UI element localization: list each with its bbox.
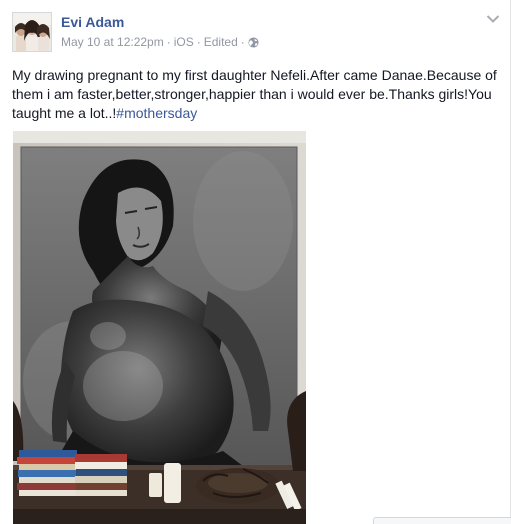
- comment-box-edge: [373, 517, 511, 524]
- globe-icon[interactable]: [248, 36, 259, 48]
- edited-label[interactable]: Edited: [204, 35, 238, 49]
- facebook-post: Evi Adam May 10 at 12:22pm · iOS · Edite…: [0, 0, 511, 524]
- post-body-text: My drawing pregnant to my first daughter…: [12, 67, 497, 121]
- post-text: My drawing pregnant to my first daughter…: [12, 66, 498, 123]
- chevron-down-icon[interactable]: [486, 14, 500, 24]
- meta-separator: ·: [166, 35, 171, 49]
- author-avatar[interactable]: [12, 12, 52, 52]
- meta-separator: ·: [240, 35, 245, 49]
- post-photo[interactable]: [13, 131, 306, 524]
- books-stack: [17, 450, 127, 496]
- author-name-link[interactable]: Evi Adam: [61, 14, 124, 30]
- avatar-photo: [13, 13, 51, 51]
- hashtag-link[interactable]: #mothersday: [116, 105, 197, 121]
- post-timestamp[interactable]: May 10 at 12:22pm: [61, 35, 164, 49]
- post-meta: May 10 at 12:22pm · iOS · Edited ·: [61, 35, 259, 49]
- meta-separator: ·: [196, 35, 201, 49]
- post-source: iOS: [173, 35, 194, 49]
